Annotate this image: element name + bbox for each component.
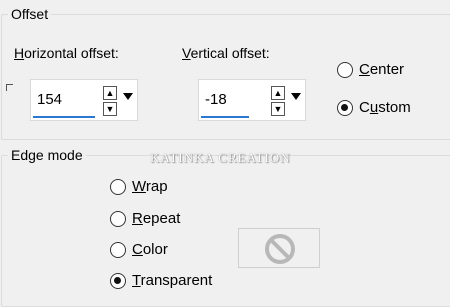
horizontal-offset-label: Horizontal offset: <box>14 45 119 61</box>
spin-arrows[interactable]: ▲ ▼ <box>271 86 285 116</box>
color-radio-label[interactable]: Color <box>132 241 168 259</box>
offset-group-title: Offset <box>8 6 52 22</box>
transparent-radio-label[interactable]: Transparent <box>132 272 212 290</box>
transparent-radio[interactable] <box>110 273 126 289</box>
custom-radio[interactable] <box>337 100 353 116</box>
watermark-text: KATINKA CREATION <box>150 150 291 165</box>
spin-arrows[interactable]: ▲ ▼ <box>103 86 117 116</box>
vertical-offset-spinbox[interactable]: -18 ▲ ▼ <box>198 79 306 121</box>
edge-mode-group <box>1 155 450 307</box>
center-radio-label[interactable]: Center <box>359 61 404 79</box>
chevron-down-icon[interactable] <box>291 93 301 100</box>
repeat-radio[interactable] <box>110 211 126 227</box>
chevron-down-icon[interactable] <box>123 93 133 100</box>
no-sign-icon <box>265 234 295 264</box>
triangle-down-icon[interactable]: ▼ <box>103 102 117 116</box>
custom-radio-label[interactable]: Custom <box>359 99 411 117</box>
edge-mode-group-title: Edge mode <box>8 147 86 163</box>
wrap-radio[interactable] <box>110 179 126 195</box>
vertical-offset-label: Vertical offset: <box>182 45 270 61</box>
horizontal-offset-spinbox[interactable]: 154 ▲ ▼ <box>30 79 138 121</box>
triangle-up-icon[interactable]: ▲ <box>271 86 285 100</box>
horizontal-offset-value[interactable]: 154 <box>37 91 62 109</box>
focus-underline <box>33 116 95 118</box>
link-checkbox-corner[interactable] <box>6 84 13 91</box>
wrap-radio-label[interactable]: Wrap <box>132 178 168 196</box>
color-radio[interactable] <box>110 242 126 258</box>
center-radio[interactable] <box>337 62 353 78</box>
color-swatch-button[interactable] <box>238 228 320 268</box>
vertical-offset-value[interactable]: -18 <box>205 91 227 109</box>
triangle-down-icon[interactable]: ▼ <box>271 102 285 116</box>
focus-underline <box>201 116 249 118</box>
repeat-radio-label[interactable]: Repeat <box>132 210 180 228</box>
triangle-up-icon[interactable]: ▲ <box>103 86 117 100</box>
